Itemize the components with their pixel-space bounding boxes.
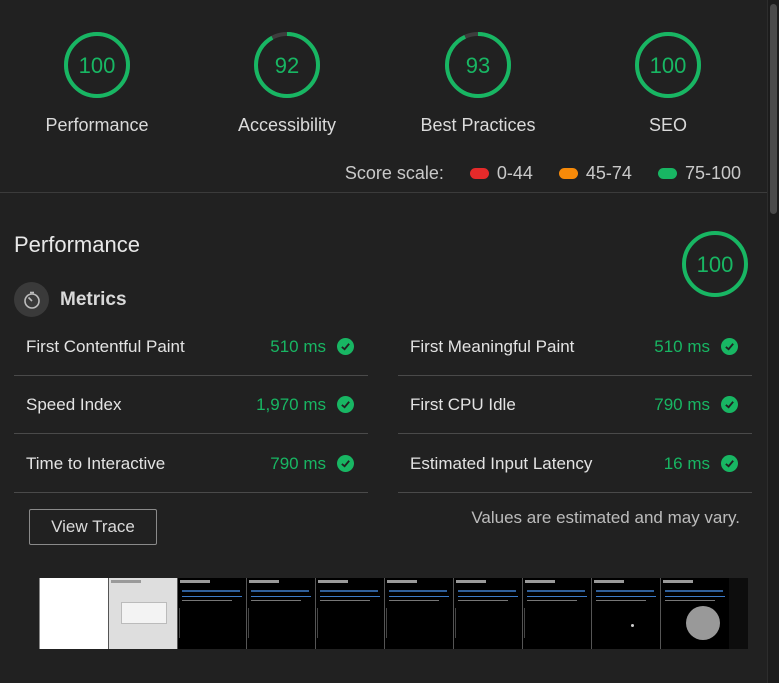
gauge-score: 100: [79, 53, 116, 78]
metric-speed-index: Speed Index 1,970 ms: [14, 376, 368, 434]
filmstrip-frame: [522, 578, 591, 649]
gauge-label: Performance: [45, 115, 149, 135]
filmstrip-frame: [246, 578, 315, 649]
filmstrip-frame: [177, 578, 246, 649]
metric-value: 790 ms: [270, 453, 326, 473]
filmstrip-frame: [39, 578, 108, 649]
filmstrip-frame: [591, 578, 660, 649]
metric-value: 790 ms: [654, 394, 710, 414]
metric-first-cpu-idle: First CPU Idle 790 ms: [398, 376, 752, 434]
metric-name: First Contentful Paint: [26, 336, 185, 356]
gauge-performance[interactable]: 100 Performance: [2, 30, 192, 136]
metric-name: First CPU Idle: [410, 394, 516, 414]
metrics-title: Metrics: [60, 288, 127, 310]
filmstrip-frame: [384, 578, 453, 649]
filmstrip-frame: [453, 578, 522, 649]
metric-first-contentful-paint: First Contentful Paint 510 ms: [14, 318, 368, 376]
performance-score-gauge: 100: [680, 229, 750, 304]
vertical-scrollbar[interactable]: [767, 0, 779, 683]
gauge-label: Accessibility: [237, 115, 337, 135]
metric-name: First Meaningful Paint: [410, 336, 575, 356]
gauge-best-practices[interactable]: 93 Best Practices: [383, 30, 573, 136]
metric-value: 16 ms: [663, 453, 710, 473]
gauge-score: 100: [650, 53, 687, 78]
score-scale: Score scale: 0-44 45-74 75-100: [345, 163, 741, 184]
filmstrip-frame: [660, 578, 729, 649]
scale-range-pass: 75-100: [684, 163, 741, 183]
gauge-ring: 100: [64, 32, 130, 98]
check-icon: [721, 338, 738, 355]
metric-value: 1,970 ms: [256, 394, 326, 414]
gauge-label: Best Practices: [420, 115, 536, 135]
filmstrip-frame: [315, 578, 384, 649]
check-icon: [721, 455, 738, 472]
gauge-score: 100: [697, 252, 734, 277]
check-icon: [721, 396, 738, 413]
scrollbar-thumb[interactable]: [770, 4, 777, 214]
stopwatch-icon: [14, 282, 49, 317]
pass-color-swatch: [657, 168, 677, 179]
gauge-accessibility[interactable]: 92 Accessibility: [192, 30, 382, 136]
filmstrip: [39, 578, 748, 649]
metric-name: Speed Index: [26, 394, 122, 414]
fail-color-swatch: [469, 168, 489, 179]
check-icon: [337, 455, 354, 472]
gauge-ring: 93: [445, 32, 511, 98]
metric-time-to-interactive: Time to Interactive 790 ms: [14, 435, 368, 493]
gauge-ring: 100: [635, 32, 701, 98]
scale-range-average: 45-74: [585, 163, 632, 183]
section-title: Performance: [14, 232, 140, 257]
view-trace-button[interactable]: View Trace: [29, 509, 157, 545]
metric-first-meaningful-paint: First Meaningful Paint 510 ms: [398, 318, 752, 376]
gauge-score: 92: [275, 53, 299, 78]
score-scale-label: Score scale:: [344, 163, 444, 183]
check-icon: [337, 338, 354, 355]
gauge-ring: 100: [682, 231, 748, 297]
check-icon: [337, 396, 354, 413]
gauge-score: 93: [466, 53, 490, 78]
gauge-seo[interactable]: 100 SEO: [573, 30, 763, 136]
metrics-header: Metrics: [14, 282, 127, 317]
score-summary: 100 Performance 92 Accessibility 93 Best…: [0, 0, 768, 192]
metric-name: Estimated Input Latency: [410, 453, 593, 473]
metric-value: 510 ms: [270, 336, 326, 356]
metric-estimated-input-latency: Estimated Input Latency 16 ms: [398, 435, 752, 493]
gauge-label: SEO: [648, 115, 687, 135]
filmstrip-frame: [108, 578, 177, 649]
section-divider: [0, 192, 768, 193]
scale-range-fail: 0-44: [496, 163, 533, 183]
metric-name: Time to Interactive: [26, 453, 166, 473]
metric-value: 510 ms: [654, 336, 710, 356]
average-color-swatch: [558, 168, 578, 179]
estimate-note: Values are estimated and may vary.: [471, 508, 740, 527]
gauge-ring: 92: [254, 32, 320, 98]
